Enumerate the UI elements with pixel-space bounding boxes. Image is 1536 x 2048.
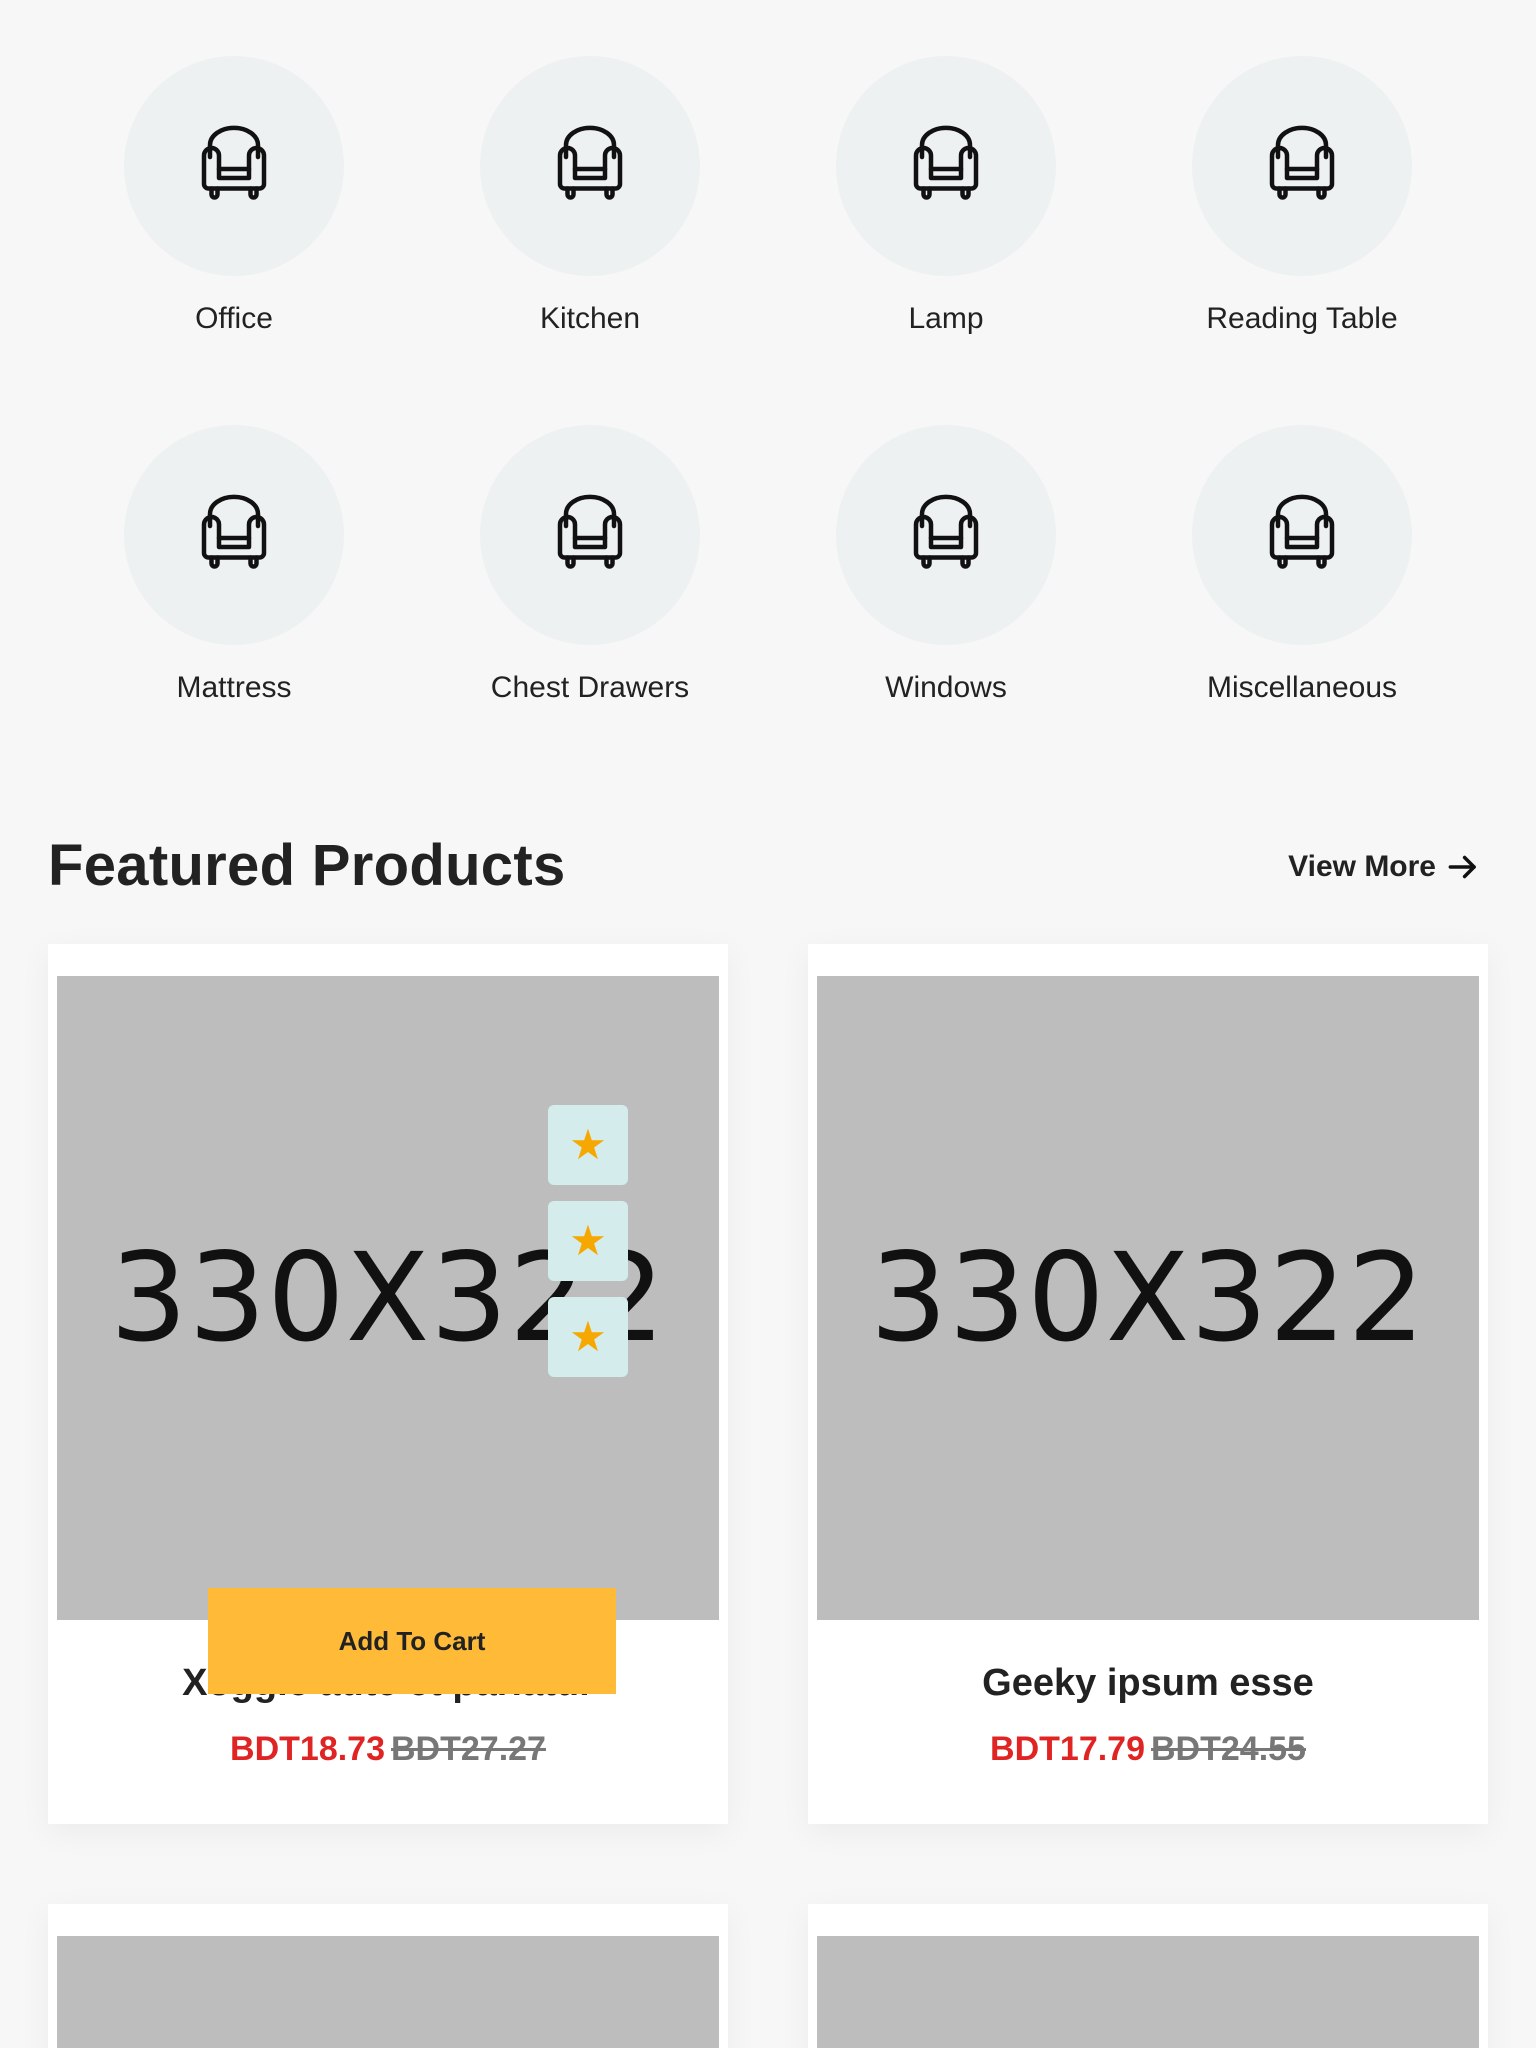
arrow-right-icon (1448, 855, 1476, 879)
product-name[interactable]: Geeky ipsum esse (808, 1662, 1488, 1705)
category-circle (1192, 425, 1412, 645)
category-label: Office (195, 302, 273, 335)
category-kitchen[interactable]: Kitchen (430, 56, 750, 336)
category-circle (124, 425, 344, 645)
sale-price: BDT17.79 (990, 1730, 1145, 1768)
category-label: Lamp (908, 302, 984, 335)
product-card[interactable] (808, 1904, 1488, 2048)
category-label: Reading Table (1206, 302, 1398, 335)
product-prices: BDT17.79 BDT24.55 (808, 1730, 1488, 1769)
product-prices: BDT18.73 BDT27.27 (48, 1730, 728, 1769)
product-card[interactable] (48, 1904, 728, 2048)
category-mattress[interactable]: Mattress (74, 425, 394, 705)
star-icon: ★ (569, 1313, 607, 1360)
category-label: Miscellaneous (1206, 671, 1398, 704)
category-windows[interactable]: Windows (786, 425, 1106, 705)
armchair-icon (201, 494, 267, 569)
product-card[interactable]: 330X322 ★ ★ ★ Xoggle aute et pariatur BD… (48, 944, 728, 1824)
category-label: Mattress (176, 671, 292, 704)
old-price: BDT27.27 (391, 1730, 546, 1768)
category-circle (480, 56, 700, 276)
product-image-placeholder[interactable]: 330X322 (817, 976, 1479, 1620)
category-circle (1192, 56, 1412, 276)
product-image-placeholder[interactable] (817, 1936, 1479, 2048)
image-placeholder-text: 330X322 (869, 1227, 1427, 1369)
category-reading-table[interactable]: Reading Table (1142, 56, 1462, 336)
armchair-icon (913, 494, 979, 569)
add-to-cart-button[interactable]: Add To Cart (208, 1588, 616, 1694)
sale-price: BDT18.73 (230, 1730, 385, 1768)
category-circle (836, 56, 1056, 276)
star-action-button[interactable]: ★ (548, 1297, 628, 1377)
category-office[interactable]: Office (74, 56, 394, 336)
category-label: Chest Drawers (490, 671, 690, 704)
view-more-label: View More (1288, 850, 1436, 883)
star-action-button[interactable]: ★ (548, 1105, 628, 1185)
armchair-icon (201, 125, 267, 200)
armchair-icon (913, 125, 979, 200)
armchair-icon (557, 125, 623, 200)
old-price: BDT24.55 (1151, 1730, 1306, 1768)
category-label: Windows (885, 671, 1007, 704)
product-card[interactable]: 330X322 Geeky ipsum esse BDT17.79 BDT24.5… (808, 944, 1488, 1824)
page: Office Kitchen Lamp Reading Table Mattre… (0, 0, 1536, 2048)
category-label: Kitchen (539, 302, 641, 335)
star-icon: ★ (569, 1121, 607, 1168)
armchair-icon (557, 494, 623, 569)
armchair-icon (1269, 125, 1335, 200)
view-more-link[interactable]: View More (1288, 848, 1482, 886)
category-chest-drawers[interactable]: Chest Drawers (430, 425, 750, 705)
category-circle (836, 425, 1056, 645)
category-circle (480, 425, 700, 645)
category-circle (124, 56, 344, 276)
category-lamp[interactable]: Lamp (786, 56, 1106, 336)
product-image-placeholder[interactable] (57, 1936, 719, 2048)
armchair-icon (1269, 494, 1335, 569)
category-miscellaneous[interactable]: Miscellaneous (1142, 425, 1462, 705)
star-action-button[interactable]: ★ (548, 1201, 628, 1281)
section-title: Featured Products (48, 833, 566, 898)
star-icon: ★ (569, 1217, 607, 1264)
